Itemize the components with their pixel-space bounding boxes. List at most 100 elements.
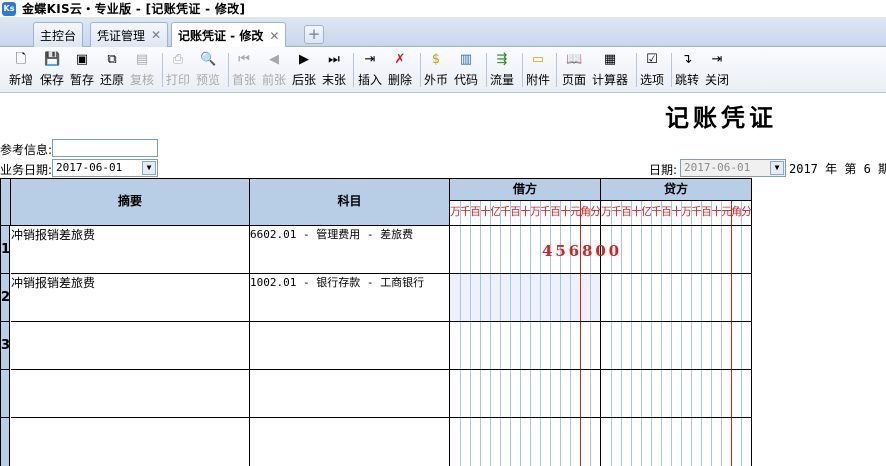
close-icon: ⇥ (711, 52, 723, 67)
digit-column-line (631, 201, 632, 225)
digit-column-line (530, 322, 531, 369)
ref-info-label: 参考信息: (0, 143, 53, 157)
currency-button[interactable]: $ 外币 (424, 50, 448, 90)
digit-column-line (641, 274, 642, 321)
digit-column-line (691, 226, 692, 273)
credit-amount-cell[interactable] (601, 418, 752, 466)
ref-info-input[interactable] (52, 139, 158, 157)
close-tab-icon[interactable]: ✕ (151, 28, 161, 42)
chevron-down-icon[interactable]: ▼ (142, 161, 156, 175)
debit-amount-cell[interactable] (450, 274, 601, 322)
digit-column-line (631, 226, 632, 273)
digit-column-line (550, 274, 551, 321)
temp-save-button[interactable]: ▣ 暂存 (70, 50, 94, 90)
digit-column-line (540, 274, 541, 321)
summary-cell[interactable] (11, 418, 250, 466)
summary-cell[interactable]: 冲销报销差旅费 (11, 226, 250, 274)
digit-column-line (741, 418, 742, 466)
debit-amount-cell[interactable] (450, 418, 601, 466)
account-cell[interactable]: 1002.01 - 银行存款 - 工商银行 (250, 274, 450, 322)
restore-button[interactable]: ⧉ 还原 (100, 50, 124, 90)
digit-column-line (651, 274, 652, 321)
date-field[interactable]: 2017-06-01 ▼ (680, 159, 786, 177)
digit-column-line (480, 274, 481, 321)
digit-column-line (681, 322, 682, 369)
digit-column-line (550, 370, 551, 417)
row-number-header (1, 179, 11, 226)
credit-amount-cell[interactable] (601, 322, 752, 370)
digit-column-line (701, 418, 702, 466)
debit-amount-cell[interactable] (450, 370, 601, 418)
biz-date-label: 业务日期: (0, 163, 53, 177)
jump-button[interactable]: ↴ 跳转 (675, 50, 699, 90)
digit-column-line (661, 201, 662, 225)
digit-column-line (500, 322, 501, 369)
print-button[interactable]: ⎙ 打印 (166, 50, 190, 90)
tab-voucher-management[interactable]: 凭证管理 ✕ (90, 22, 169, 47)
code-button[interactable]: ▥ 代码 (454, 50, 478, 90)
digit-column-line (520, 201, 521, 225)
close-tab-icon[interactable]: ✕ (269, 29, 279, 43)
chevron-down-icon[interactable]: ▼ (770, 161, 784, 175)
account-cell[interactable] (250, 370, 450, 418)
digit-column-line (570, 274, 571, 321)
close-button[interactable]: ⇥ 关闭 (705, 50, 729, 90)
calculator-button[interactable]: ▦ 计算器 (592, 50, 628, 90)
tab-label: 凭证管理 (97, 28, 146, 43)
digit-column-line (651, 201, 652, 225)
credit-amount-cell[interactable] (601, 226, 752, 274)
summary-cell[interactable] (11, 322, 250, 370)
delete-button[interactable]: ✗ 删除 (388, 50, 412, 90)
summary-cell[interactable] (11, 370, 250, 418)
last-button[interactable]: ⏭ 末张 (322, 50, 346, 90)
voucher-title: 记账凭证 (665, 103, 777, 132)
tab-voucher-edit[interactable]: 记账凭证 - 修改 ✕ (171, 22, 287, 48)
credit-amount-cell[interactable] (601, 370, 752, 418)
credit-amount-cell[interactable] (601, 274, 752, 322)
attachment-button[interactable]: ▭ 附件 (526, 50, 550, 90)
add-tab-button[interactable]: + (304, 25, 324, 44)
account-cell[interactable]: 6602.01 - 管理费用 - 差旅费 (250, 226, 450, 274)
unit-label: 万 (450, 205, 461, 218)
digit-column-line (470, 274, 471, 321)
unit-label: 万 (601, 205, 612, 218)
page-button[interactable]: 📖 页面 (562, 50, 586, 90)
unit-label: 千 (500, 205, 511, 218)
digit-column-line (641, 226, 642, 273)
row-number (1, 370, 10, 418)
row-number: 2 (1, 274, 10, 322)
account-cell[interactable] (250, 322, 450, 370)
digit-column-line (721, 274, 722, 321)
row-number: 1 (1, 226, 10, 274)
account-cell[interactable] (250, 418, 450, 466)
unit-label: 百 (510, 205, 521, 218)
digit-column-line (570, 322, 571, 369)
insert-button[interactable]: ⇥ 插入 (358, 50, 382, 90)
digit-column-line (681, 418, 682, 466)
digit-column-line (661, 370, 662, 417)
first-button[interactable]: ⏮ 首张 (232, 50, 256, 90)
digit-column-line (741, 370, 742, 417)
flow-button[interactable]: ⇶ 流量 (490, 50, 514, 90)
summary-cell[interactable]: 冲销报销差旅费 (11, 274, 250, 322)
prev-button[interactable]: ◀ 前张 (262, 50, 286, 90)
review-button[interactable]: ▤ 复核 (130, 50, 154, 90)
toolbar-separator (353, 53, 354, 87)
new-button[interactable]: 🗋 新增 (9, 50, 33, 90)
digit-column-line (580, 418, 581, 466)
tab-main-console[interactable]: 主控台 (33, 22, 84, 47)
digit-column-line (701, 274, 702, 321)
biz-date-field[interactable]: 2017-06-01 ▼ (52, 159, 158, 177)
digit-column-line (661, 322, 662, 369)
insert-icon: ⇥ (364, 52, 376, 67)
digit-column-line (580, 201, 581, 225)
save-button[interactable]: 💾 保存 (40, 50, 64, 90)
digit-column-line (460, 201, 461, 225)
next-button[interactable]: ▶ 后张 (292, 50, 316, 90)
preview-button[interactable]: 🔍 预览 (196, 50, 220, 90)
digit-column-line (611, 370, 612, 417)
debit-amount-cell[interactable] (450, 322, 601, 370)
digit-column-line (621, 418, 622, 466)
digit-column-line (701, 322, 702, 369)
options-button[interactable]: ☑ 选项 (640, 50, 664, 90)
